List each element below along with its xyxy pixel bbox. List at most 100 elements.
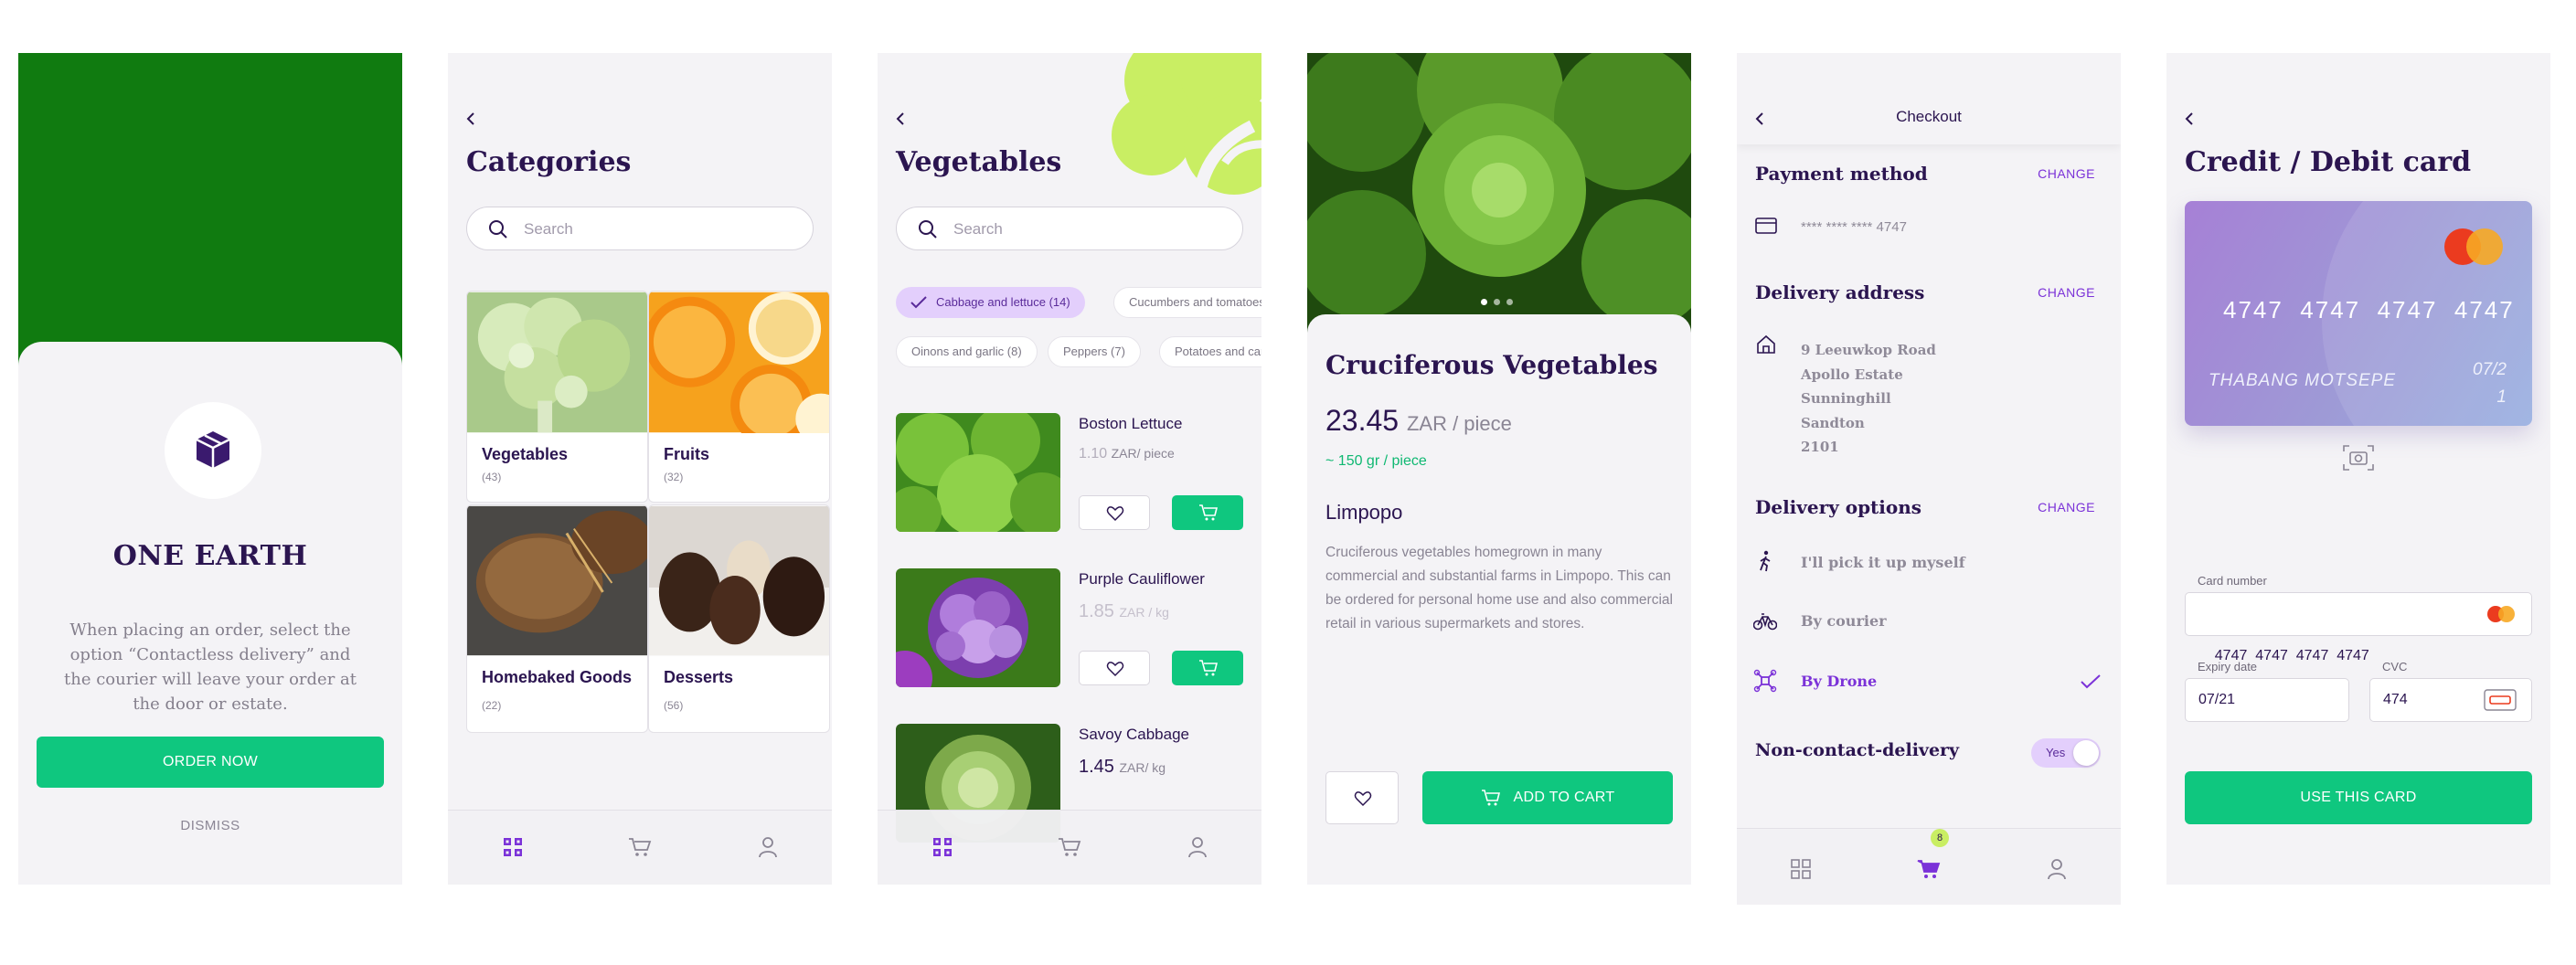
card-number-display: 4747 4747 4747 4747 — [2223, 296, 2515, 323]
address-line: 9 Leeuwkop Road — [1801, 342, 1936, 358]
drone-icon — [1753, 669, 1777, 693]
chip-label: Cabbage and lettuce (14) — [936, 295, 1070, 309]
price-value: 23.45 — [1325, 404, 1400, 437]
cvc-label: CVC — [2382, 660, 2408, 673]
vegetables-screen: Vegetables Search Cabbage and lettuce (1… — [878, 53, 1261, 885]
category-name: Desserts — [664, 668, 734, 686]
product-name: Savoy Cabbage — [1079, 726, 1189, 743]
check-icon — [910, 296, 927, 309]
cart-icon — [1482, 790, 1501, 806]
purple-cauliflower-image — [896, 568, 1060, 687]
walking-icon — [1760, 550, 1771, 572]
card-expiry-line: 07/2 — [2473, 360, 2507, 379]
bottom-tab-bar — [448, 810, 832, 885]
search-input[interactable]: Search — [466, 207, 814, 250]
boston-lettuce-image — [896, 413, 1060, 532]
product-origin: Limpopo — [1325, 501, 1403, 524]
mastercard-logo-icon — [2444, 228, 2503, 265]
favorite-button[interactable] — [1079, 495, 1150, 530]
dismiss-link[interactable]: DISMISS — [18, 818, 402, 833]
bicycle-icon — [1753, 613, 1777, 631]
search-input[interactable]: Search — [896, 207, 1243, 250]
box-icon — [196, 431, 230, 468]
grid-icon[interactable] — [502, 836, 524, 858]
page-title: Credit / Debit card — [2185, 146, 2472, 178]
price-value: 1.85 — [1079, 601, 1114, 621]
page-title: Categories — [466, 146, 632, 178]
search-placeholder: Search — [524, 220, 573, 238]
profile-icon[interactable] — [2047, 858, 2067, 880]
change-payment-link[interactable]: CHANGE — [2038, 166, 2095, 181]
change-address-link[interactable]: CHANGE — [2038, 285, 2095, 300]
chip-cucumbers-tomatoes[interactable]: Cucumbers and tomatoes — [1113, 287, 1261, 318]
checkout-header — [1737, 53, 2121, 144]
back-icon[interactable] — [463, 110, 481, 128]
cart-icon[interactable] — [628, 836, 652, 858]
category-name: Homebaked Goods — [482, 668, 633, 686]
favorite-button[interactable] — [1325, 771, 1399, 824]
cart-badge: 8 — [1931, 829, 1949, 847]
category-count: (32) — [664, 471, 684, 483]
price-value: 1.45 — [1079, 757, 1114, 777]
category-card-desserts[interactable]: Desserts (56) — [648, 504, 830, 733]
delivery-address-title: Delivery address — [1755, 281, 1925, 303]
option-courier[interactable]: By courier — [1801, 612, 1887, 630]
chip-cabbage-lettuce[interactable]: Cabbage and lettuce (14) — [896, 287, 1085, 318]
product-description: Cruciferous vegetables homegrown in many… — [1325, 545, 1673, 631]
payment-method-title: Payment method — [1755, 163, 1928, 185]
product-price: 1.45 ZAR/ kg — [1079, 757, 1166, 778]
address-lines: 9 Leeuwkop Road Apollo Estate Sunninghil… — [1801, 338, 1936, 460]
vegetables-image — [467, 292, 647, 433]
use-this-card-button[interactable]: USE THIS CARD — [2185, 771, 2532, 824]
option-drone[interactable]: By Drone — [1801, 673, 1877, 690]
chip-potatoes[interactable]: Potatoes and carr — [1159, 336, 1261, 367]
option-pickup[interactable]: I'll pick it up myself — [1801, 554, 1965, 571]
cvc-field[interactable]: 474 — [2369, 678, 2532, 722]
non-contact-toggle[interactable]: Yes — [2031, 738, 2101, 768]
favorite-button[interactable] — [1079, 651, 1150, 685]
heart-icon — [1106, 506, 1124, 522]
add-to-cart-button[interactable]: ADD TO CART — [1422, 771, 1673, 824]
add-to-cart-label: ADD TO CART — [1513, 790, 1615, 805]
delivery-options-title: Delivery options — [1755, 496, 1922, 518]
bottom-tab-bar — [878, 810, 1261, 885]
profile-icon[interactable] — [758, 836, 778, 858]
desserts-image — [649, 505, 829, 656]
grid-icon[interactable] — [931, 836, 953, 858]
card-number-label: Card number — [2198, 574, 2267, 588]
contactless-message: When placing an order, select the option… — [64, 620, 357, 714]
grid-icon[interactable] — [1790, 858, 1812, 880]
chip-onions-garlic[interactable]: Oinons and garlic (8) — [896, 336, 1038, 367]
product-title: Cruciferous Vegetables — [1325, 350, 1658, 380]
add-to-cart-button[interactable] — [1172, 495, 1243, 530]
bread-image — [467, 505, 647, 656]
product-price: 23.45 ZAR / piece — [1325, 404, 1512, 438]
camera-scan-icon[interactable] — [2342, 444, 2375, 472]
category-card-vegetables[interactable]: Vegetables (43) — [466, 291, 648, 503]
add-to-cart-button[interactable] — [1172, 651, 1243, 685]
address-line: Sandton — [1801, 414, 1865, 431]
card-holder-name: THABANG MOTSEPE — [2209, 371, 2397, 390]
card-number-field[interactable]: 4747 4747 4747 4747 — [2185, 592, 2532, 663]
hero-banner — [18, 53, 402, 382]
product-name: Purple Cauliflower — [1079, 570, 1205, 588]
price-value: 1.10 — [1079, 446, 1108, 461]
brand-logo — [165, 402, 261, 499]
profile-icon[interactable] — [1187, 836, 1208, 858]
expiry-field[interactable]: 07/21 — [2185, 678, 2349, 722]
category-card-fruits[interactable]: Fruits (32) — [648, 291, 830, 503]
product-name: Boston Lettuce — [1079, 415, 1183, 432]
cart-icon[interactable] — [1917, 858, 1941, 880]
chip-peppers[interactable]: Peppers (7) — [1048, 336, 1141, 367]
carousel-dots[interactable] — [1481, 293, 1519, 310]
product-price: 1.85 ZAR / kg — [1079, 601, 1169, 622]
back-icon[interactable] — [892, 110, 910, 128]
back-icon[interactable] — [2181, 110, 2199, 128]
category-name: Vegetables — [482, 445, 569, 463]
category-count: (43) — [482, 471, 502, 483]
order-now-button[interactable]: ORDER NOW — [37, 737, 384, 788]
cart-icon[interactable] — [1058, 836, 1081, 858]
category-card-homebaked[interactable]: Homebaked Goods (22) — [466, 504, 648, 733]
change-delivery-link[interactable]: CHANGE — [2038, 500, 2095, 514]
credit-card-icon — [1755, 217, 1777, 234]
